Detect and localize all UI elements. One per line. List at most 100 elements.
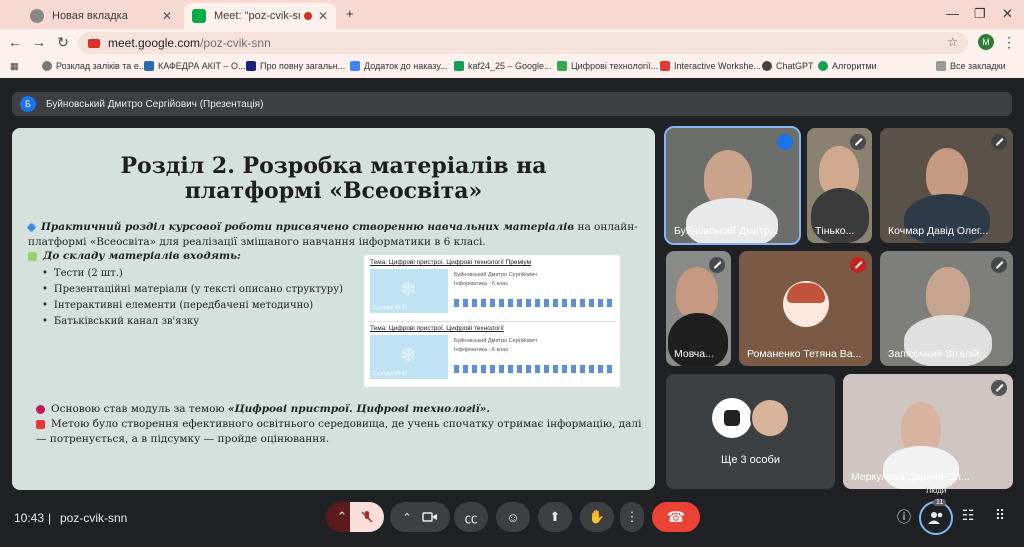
people-icon (928, 512, 943, 524)
end-call-button[interactable]: ☎ (652, 502, 700, 532)
site-icon (246, 61, 256, 71)
card-title: Тема: Цифрові пристрої. Цифрові технолог… (370, 259, 532, 266)
card-image: Сьогодні 08:22 (370, 269, 448, 313)
more-vert-icon: ⋮ (625, 509, 639, 524)
participant-tile[interactable]: Буйновський Дмитр... (664, 126, 801, 245)
site-icon (660, 61, 670, 71)
all-bookmarks[interactable]: Все закладки (936, 61, 1006, 71)
bookmark-item[interactable]: ChatGPT (762, 61, 814, 71)
meeting-time: 10:43 (14, 511, 45, 525)
bookmark-item[interactable]: Interactive Workshe... (660, 61, 761, 71)
menu-icon[interactable]: ⋮ (1000, 34, 1018, 51)
presentation-slide: Розділ 2. Розробка матеріалів на платфор… (12, 128, 655, 490)
avatar (712, 398, 752, 438)
tab-meet[interactable]: Meet: "poz-cvik-snn" ✕ (184, 3, 336, 29)
mic-off-icon (850, 257, 866, 273)
diamond-icon (26, 222, 37, 232)
video-feed (926, 148, 968, 200)
list-item: Тести (2 шт.) (42, 266, 343, 282)
forward-icon[interactable]: → (30, 34, 48, 50)
minimize-icon[interactable]: — (946, 6, 959, 21)
presentation-bar: Б Буйновський Дмитро Сергійович (Презент… (12, 92, 1012, 116)
people-button[interactable] (919, 501, 953, 535)
address-bar[interactable]: meet.google.com/poz-cvik-snn ☆ (78, 32, 968, 54)
list-item: Презентаційні матеріали (у тексті описан… (42, 282, 343, 298)
camera-icon (88, 38, 100, 48)
tab-new-tab[interactable]: Новая вкладка ✕ (22, 3, 180, 29)
participant-tile[interactable]: Мовча... (666, 251, 731, 366)
more-participants-label: Ще 3 особи (721, 454, 780, 466)
star-icon (28, 251, 37, 261)
slide-title: Розділ 2. Розробка матеріалів на платфор… (120, 153, 547, 204)
reload-icon[interactable]: ↻ (54, 34, 72, 51)
emoji-icon: ☺ (506, 509, 520, 525)
hangup-icon: ☎ (666, 509, 686, 526)
chatgpt-icon (762, 61, 772, 71)
participant-tile[interactable]: Меркулова Дарина Ол... (843, 374, 1013, 489)
url-path: /poz-cvik-snn (200, 36, 271, 50)
participant-tile[interactable]: Кочмар Давід Олег... (880, 128, 1013, 243)
vseosvita-screenshot: Тема: Цифрові пристрої. Цифрові технолог… (364, 255, 620, 387)
captions-icon: ㏄ (464, 510, 478, 526)
captions-button[interactable]: ㏄ (454, 502, 488, 532)
bookmark-item[interactable]: Алгоритми (818, 61, 877, 71)
bookmark-item[interactable]: Розклад заліків та е... (42, 61, 146, 71)
bookmark-item[interactable]: КАФЕДРА АКІТ – О... (144, 61, 246, 71)
list-item: Батьківський канал зв'язку (42, 314, 343, 330)
material-card: Тема: Цифрові пристрої. Цифрові технолог… (370, 259, 616, 317)
participant-name: Запісочний Віталій... (888, 348, 989, 360)
bookmarks-bar: ▦ Розклад заліків та е... КАФЕДРА АКІТ –… (0, 56, 1024, 78)
participant-name: Кочмар Давід Олег... (888, 225, 989, 237)
raise-hand-button[interactable]: ✋ (580, 502, 614, 532)
list-item: Інтерактивні елементи (передбачені метод… (42, 298, 343, 314)
separator: | (48, 511, 52, 525)
slide-list: Тести (2 шт.) Презентаційні матеріали (у… (42, 266, 343, 330)
new-tab-button[interactable]: + (346, 6, 354, 21)
site-icon (557, 61, 567, 71)
present-button[interactable]: ⬆ (538, 502, 572, 532)
participant-tile[interactable]: Запісочний Віталій... (880, 251, 1013, 366)
restore-icon[interactable]: ❐ (974, 6, 986, 22)
reactions-button[interactable]: ☺ (496, 502, 530, 532)
back-icon[interactable]: ← (6, 34, 24, 50)
slide-goal-text: Метою було створення ефективного освітнь… (36, 418, 642, 445)
mic-off-icon (991, 380, 1007, 396)
recording-icon (303, 12, 312, 20)
profile-avatar[interactable]: M (978, 34, 994, 50)
bookmark-item[interactable]: Цифрові технології... (557, 61, 658, 71)
participant-tile[interactable]: Тінько... (807, 128, 872, 243)
participant-name: Буйновський Дмитр... (674, 225, 779, 237)
meeting-info-icon[interactable]: ⓘ (894, 507, 914, 527)
card-meta: Буйновський Дмитро Сергійович Інформатик… (454, 338, 538, 353)
chevron-up-icon: ⌃ (336, 509, 348, 524)
close-window-icon[interactable]: ✕ (1002, 6, 1013, 22)
target-icon (36, 404, 45, 414)
tab-title: Meet: "poz-cvik-snn" (214, 10, 300, 22)
close-icon[interactable]: ✕ (162, 9, 172, 23)
mic-off-icon (991, 134, 1007, 150)
video-feed (676, 267, 718, 319)
mic-off-icon (991, 257, 1007, 273)
star-icon[interactable]: ☆ (947, 35, 958, 49)
more-options-button[interactable]: ⋮ (620, 502, 644, 532)
camera-button[interactable]: ⌃ (390, 502, 450, 532)
globe-icon (30, 9, 44, 23)
docs-icon (350, 61, 360, 71)
apps-icon[interactable]: ▦ (10, 61, 19, 72)
participant-tile[interactable]: Романенко Тетяна Ва... (739, 251, 872, 366)
slide-paragraph-intro: Практичний розділ курсової роботи присвя… (26, 221, 638, 248)
video-camera-icon (421, 512, 437, 522)
chat-icon[interactable]: ☷ (958, 507, 978, 524)
close-icon[interactable]: ✕ (318, 9, 328, 23)
activities-icon[interactable]: ⠿ (990, 507, 1010, 524)
bookmark-item[interactable]: kaf24_25 – Google... (454, 61, 552, 71)
more-participants-tile[interactable]: Ще 3 особи (666, 374, 835, 489)
bookmark-item[interactable]: Додаток до наказу... (350, 61, 447, 71)
presenter-title: Буйновський Дмитро Сергійович (Презентац… (46, 98, 264, 110)
bookmark-item[interactable]: Про повну загальн... (246, 61, 345, 71)
card-toolbar (454, 299, 614, 307)
microphone-button[interactable] (350, 502, 384, 532)
avatar (783, 281, 829, 327)
avatar (750, 398, 790, 438)
card-image: Сьогодні 09:40 (370, 335, 448, 379)
